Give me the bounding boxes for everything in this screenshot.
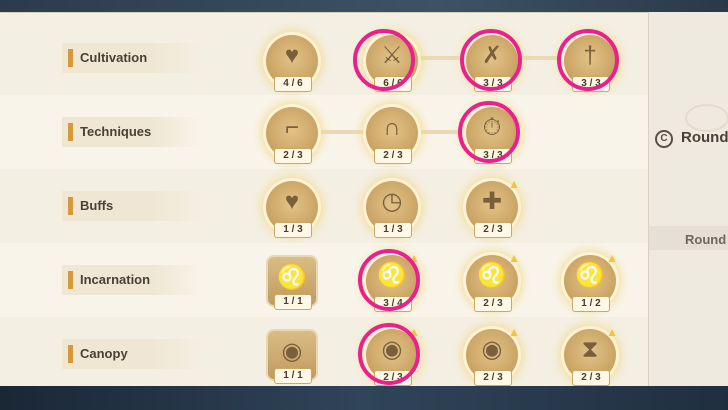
row-techniques: Techniques ⌐ 2 / 3 ∩ 2 / 3 ⏱ 3 / 3: [0, 95, 648, 169]
label-accent-bar: [68, 197, 73, 215]
node-count: 2 / 3: [572, 370, 610, 386]
row-cultivation: Cultivation ♥ 4 / 6 ⚔ 6 / 6 ✗ 3 / 3 † 3 …: [0, 21, 648, 95]
swirl-decoration: [685, 104, 728, 132]
node-orb[interactable]: ◉ 1 / 1: [268, 331, 316, 384]
node-heart-plus[interactable]: ♥ 1 / 3: [266, 181, 318, 238]
node-count: 2 / 3: [374, 148, 412, 164]
label-accent-bar: [68, 123, 73, 141]
row-label-incarnation: Incarnation: [62, 265, 202, 295]
lion-shield-icon: ♌: [477, 262, 507, 289]
node-lion-plus[interactable]: ♌ ▲ 1 / 2: [564, 251, 618, 312]
node-count: 2 / 3: [474, 222, 512, 238]
orb-icon: ◉: [281, 338, 303, 365]
node-orb-hourglass[interactable]: ⧗ ▲ 2 / 3: [564, 325, 618, 386]
highlight-ring: [557, 29, 619, 91]
highlight-ring: [353, 29, 415, 91]
node-orb-shield[interactable]: ◉ ▲ 2 / 3: [466, 325, 520, 386]
node-lion[interactable]: ♌ 1 / 1: [268, 257, 316, 310]
highlight-ring: [358, 323, 420, 385]
row-label-text: Techniques: [80, 124, 152, 139]
node-count: 1 / 3: [374, 222, 412, 238]
label-accent-bar: [68, 345, 73, 363]
node-count: 2 / 3: [474, 296, 512, 312]
heart-plus-icon: ♥: [284, 188, 300, 215]
upgrade-arrow-icon: ▲: [606, 251, 618, 265]
magnet-icon: ∩: [383, 114, 401, 141]
lion-plus-icon: ♌: [575, 262, 605, 289]
row-label-text: Incarnation: [80, 272, 151, 287]
sword-plus-icon: ✚: [481, 188, 503, 215]
node-count: 1 / 1: [274, 368, 312, 384]
row-incarnation: Incarnation ♌ 1 / 1 ♌ ▲ 3 / 4 ♌ ▲ 2 / 3 …: [0, 243, 648, 317]
node-count: 2 / 3: [474, 370, 512, 386]
node-count: 2 / 3: [274, 148, 312, 164]
bottom-scene-strip: [0, 386, 728, 410]
label-accent-bar: [68, 271, 73, 289]
row-buffs: Buffs ♥ 1 / 3 ◷ 1 / 3 ✚ ▲ 2 / 3: [0, 169, 648, 243]
boot-icon: ⌐: [284, 114, 299, 141]
node-boot[interactable]: ⌐ 2 / 3: [266, 107, 318, 164]
highlight-ring: [458, 101, 520, 163]
row-label-canopy: Canopy: [62, 339, 202, 369]
round-icon: C: [655, 130, 673, 148]
node-count: 1 / 1: [274, 294, 312, 310]
row-label-cultivation: Cultivation: [62, 43, 202, 73]
round-label: Round: [681, 129, 728, 146]
heart-icon: ♥: [284, 42, 300, 69]
node-count: 4 / 6: [274, 76, 312, 92]
upgrade-board: Cultivation ♥ 4 / 6 ⚔ 6 / 6 ✗ 3 / 3 † 3 …: [0, 12, 648, 391]
label-accent-bar: [68, 49, 73, 67]
clock-plus-icon: ◷: [381, 188, 403, 215]
orb-shield-icon: ◉: [481, 336, 503, 363]
node-magnet[interactable]: ∩ 2 / 3: [366, 107, 418, 164]
row-label-text: Buffs: [80, 198, 114, 213]
node-lion-shield[interactable]: ♌ ▲ 2 / 3: [466, 251, 520, 312]
node-count: 1 / 3: [274, 222, 312, 238]
side-panel: C Round Round: [648, 12, 728, 390]
orb-hourglass-icon: ⧗: [581, 336, 599, 363]
node-clock-plus[interactable]: ◷ 1 / 3: [366, 181, 418, 238]
top-scene-strip: [0, 0, 728, 12]
row-label-text: Cultivation: [80, 50, 148, 65]
highlight-ring: [460, 29, 522, 91]
row-label-techniques: Techniques: [62, 117, 202, 147]
upgrade-arrow-icon: ▲: [508, 251, 520, 265]
round-label-secondary: Round: [685, 232, 727, 247]
highlight-ring: [358, 249, 420, 311]
upgrade-arrow-icon: ▲: [508, 177, 520, 191]
node-sword-plus[interactable]: ✚ ▲ 2 / 3: [466, 177, 520, 238]
lion-icon: ♌: [277, 264, 307, 291]
node-heart[interactable]: ♥ 4 / 6: [266, 35, 318, 92]
row-label-buffs: Buffs: [62, 191, 202, 221]
node-count: 1 / 2: [572, 296, 610, 312]
upgrade-arrow-icon: ▲: [606, 325, 618, 339]
row-canopy: Canopy ◉ 1 / 1 ◉ ▲ 2 / 3 ◉ ▲ 2 / 3 ⧗ ▲ 2…: [0, 317, 648, 391]
row-label-text: Canopy: [80, 346, 128, 361]
upgrade-arrow-icon: ▲: [508, 325, 520, 339]
